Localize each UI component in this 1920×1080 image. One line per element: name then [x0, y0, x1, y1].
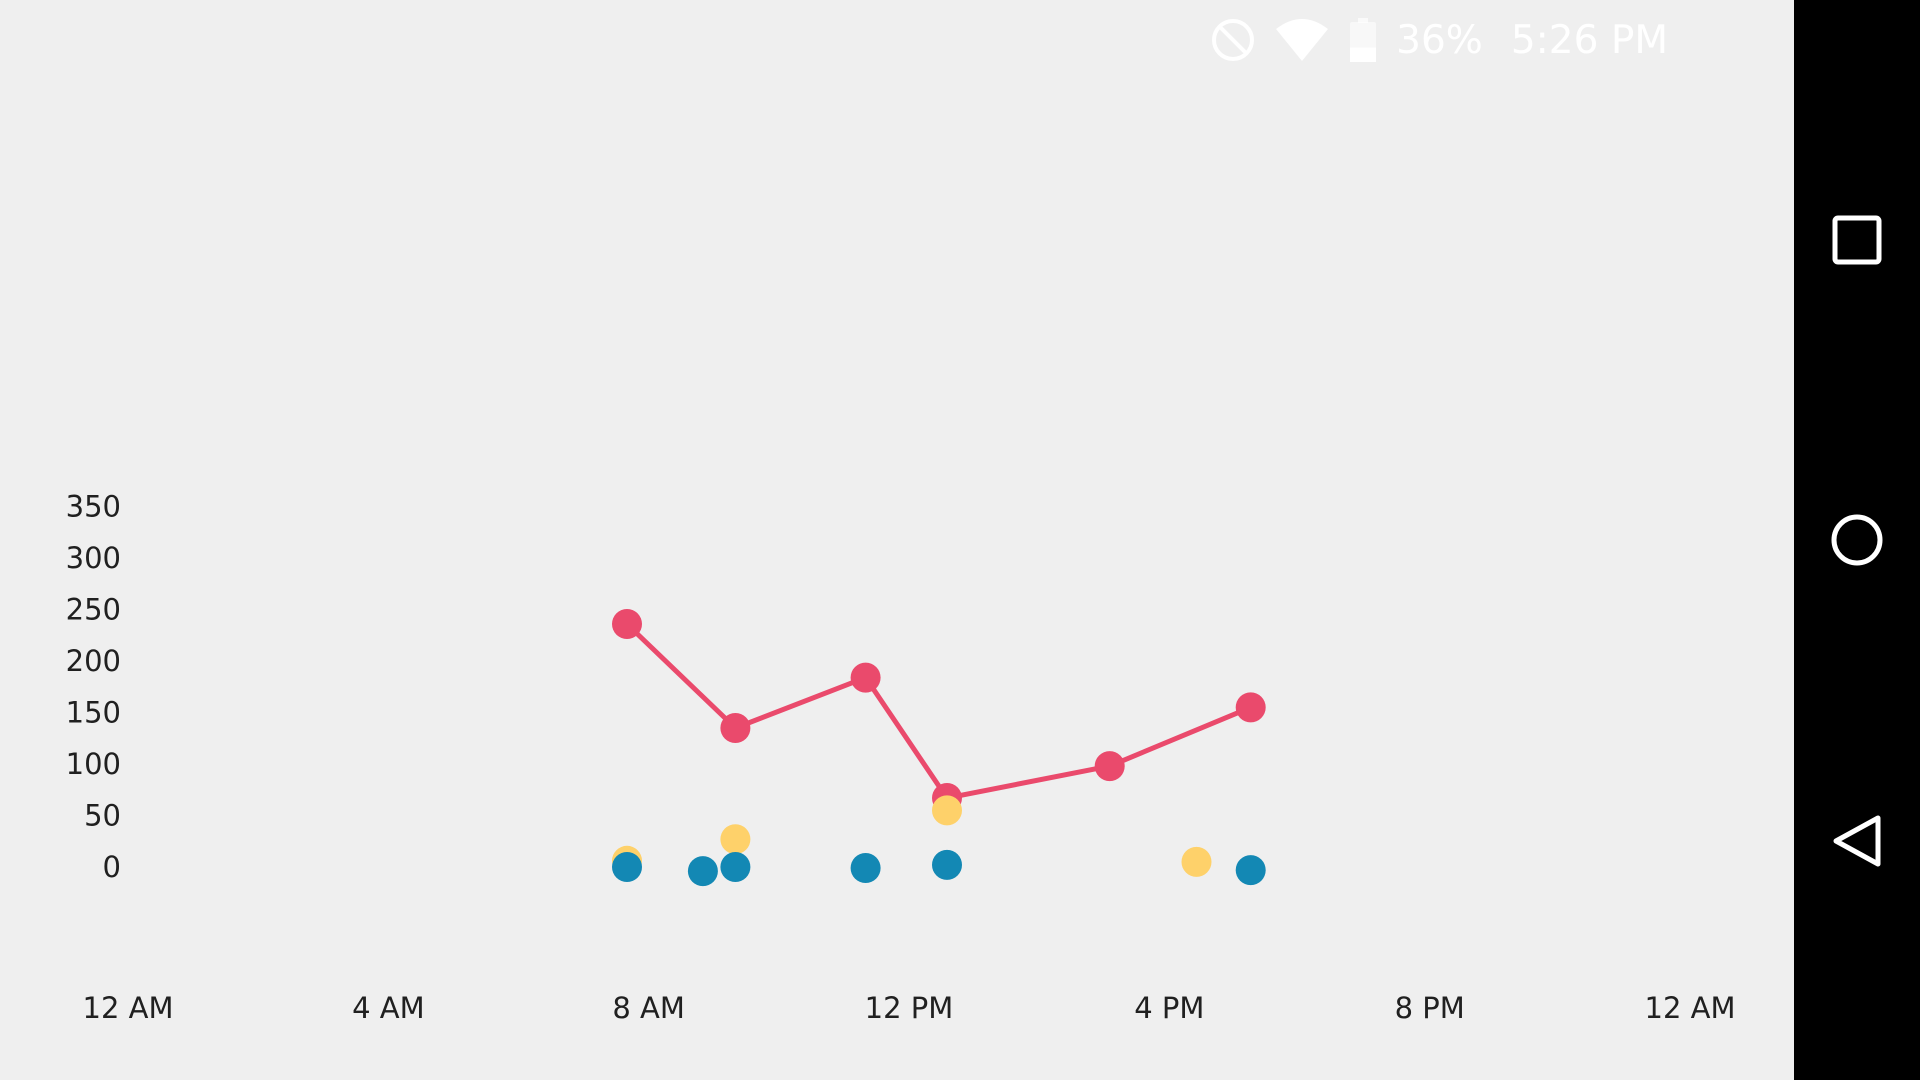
y-tick-label: 350 [66, 490, 121, 524]
navigation-bar [1794, 0, 1920, 1080]
data-point [720, 824, 751, 855]
home-button[interactable] [1794, 512, 1920, 568]
x-tick-label: 8 PM [1395, 991, 1465, 1025]
do-not-disturb-icon [1210, 17, 1256, 63]
recent-apps-button[interactable] [1794, 214, 1920, 266]
data-point [612, 852, 642, 882]
x-tick-label: 12 PM [865, 991, 954, 1025]
back-icon [1833, 815, 1881, 867]
x-tick-label: 12 AM [83, 991, 174, 1025]
series-1 [612, 609, 1266, 813]
y-tick-label: 250 [66, 593, 121, 627]
data-point [850, 662, 881, 693]
x-tick-label: 8 AM [612, 991, 685, 1025]
wifi-icon [1274, 17, 1330, 63]
data-point [1235, 692, 1266, 723]
y-tick-label: 150 [66, 696, 121, 730]
x-tick-label: 12 AM [1645, 991, 1736, 1025]
data-point [687, 856, 718, 887]
x-tick-label: 4 AM [352, 991, 425, 1025]
battery-icon [1348, 17, 1378, 63]
data-point [932, 795, 962, 826]
data-point [932, 849, 962, 880]
y-tick-label: 200 [66, 644, 121, 678]
battery-percent: 36% [1396, 17, 1483, 63]
status-bar: 36% 5:26 PM [1210, 0, 1668, 80]
y-tick-label: 300 [66, 541, 121, 575]
data-point [1181, 846, 1212, 877]
x-axis: 12 AM 4 AM 8 AM 12 PM 4 PM 8 PM 12 AM [83, 991, 1736, 1025]
series-layer [612, 609, 1266, 887]
data-point [720, 713, 751, 743]
recent-apps-icon [1832, 215, 1882, 265]
x-tick-label: 4 PM [1134, 991, 1204, 1025]
clock: 5:26 PM [1510, 17, 1668, 63]
data-point [612, 609, 642, 639]
home-icon [1831, 514, 1883, 566]
y-tick-label: 100 [66, 747, 121, 781]
data-point [1235, 855, 1266, 886]
line-chart: 350 300 250 200 150 100 50 0 12 AM 4 AM 8 AM 12 PM… [66, 490, 1736, 1025]
y-tick-label: 0 [103, 850, 121, 884]
y-tick-label: 50 [84, 799, 121, 833]
data-point [1094, 751, 1125, 782]
chart-screen: 350 300 250 200 150 100 50 0 12 AM 4 AM 8 AM 12 PM… [0, 0, 1794, 1080]
series-3 [612, 849, 1266, 887]
y-axis: 350 300 250 200 150 100 50 0 [66, 490, 121, 884]
data-point [850, 853, 881, 883]
series-line [625, 622, 1252, 801]
back-button[interactable] [1794, 813, 1920, 869]
data-point [720, 852, 751, 882]
